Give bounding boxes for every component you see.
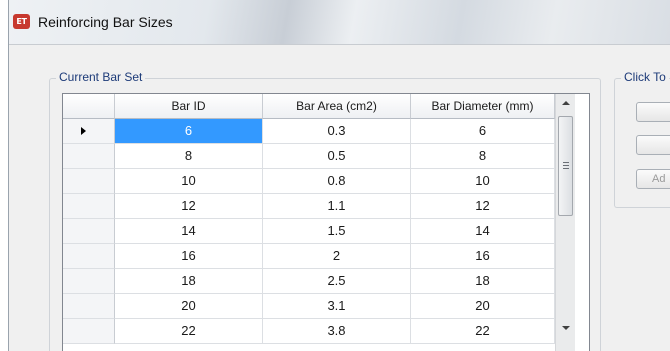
- row-header[interactable]: [63, 194, 115, 219]
- table-row[interactable]: 22 3.8 22: [63, 319, 555, 344]
- row-header[interactable]: [63, 269, 115, 294]
- app-logo-icon: ET: [13, 14, 30, 29]
- row-header[interactable]: [63, 319, 115, 344]
- bar-id-cell[interactable]: 8: [115, 144, 263, 169]
- reinforcing-bar-sizes-window: ET Reinforcing Bar Sizes Current Bar Set…: [8, 0, 670, 351]
- chevron-down-icon: [562, 326, 570, 330]
- bar-id-cell[interactable]: 18: [115, 269, 263, 294]
- bar-id-cell[interactable]: 22: [115, 319, 263, 344]
- side-button-1[interactable]: [636, 102, 670, 122]
- column-header-bar-area[interactable]: Bar Area (cm2): [263, 94, 411, 119]
- window-title: Reinforcing Bar Sizes: [38, 14, 173, 30]
- row-header[interactable]: [63, 169, 115, 194]
- bar-diameter-cell[interactable]: 6: [411, 119, 555, 144]
- table-row[interactable]: 10 0.8 10: [63, 169, 555, 194]
- thumb-grip-line: [563, 162, 569, 163]
- table-row[interactable]: 8 0.5 8: [63, 144, 555, 169]
- thumb-grip-line: [563, 168, 569, 169]
- table-row[interactable]: 14 1.5 14: [63, 219, 555, 244]
- bar-id-cell[interactable]: 6: [115, 119, 263, 144]
- current-row-pointer-icon: [81, 127, 86, 135]
- bar-area-cell[interactable]: 0.5: [263, 144, 411, 169]
- chevron-up-icon: [562, 101, 570, 105]
- table-row[interactable]: 16 2 16: [63, 244, 555, 269]
- bar-area-cell[interactable]: 1.5: [263, 219, 411, 244]
- add-button-label: Ad: [652, 173, 666, 185]
- bar-area-cell[interactable]: 3.8: [263, 319, 411, 344]
- bar-sizes-table[interactable]: Bar ID Bar Area (cm2) Bar Diameter (mm) …: [62, 93, 590, 351]
- bar-id-cell[interactable]: 16: [115, 244, 263, 269]
- current-bar-set-label: Current Bar Set: [56, 70, 146, 84]
- column-header-bar-id[interactable]: Bar ID: [115, 94, 263, 119]
- bar-area-cell[interactable]: 2.5: [263, 269, 411, 294]
- bar-id-cell[interactable]: 14: [115, 219, 263, 244]
- table-header-row: Bar ID Bar Area (cm2) Bar Diameter (mm): [63, 94, 555, 119]
- bar-diameter-cell[interactable]: 12: [411, 194, 555, 219]
- table-row[interactable]: 20 3.1 20: [63, 294, 555, 319]
- scroll-down-button[interactable]: [556, 320, 575, 338]
- dialog-body: Current Bar Set Click To Ad Bar ID Bar A…: [9, 44, 670, 351]
- bar-diameter-cell[interactable]: 22: [411, 319, 555, 344]
- bar-area-cell[interactable]: 1.1: [263, 194, 411, 219]
- bar-area-cell[interactable]: 2: [263, 244, 411, 269]
- bar-area-cell[interactable]: 0.8: [263, 169, 411, 194]
- bar-diameter-cell[interactable]: 20: [411, 294, 555, 319]
- bar-id-cell[interactable]: 10: [115, 169, 263, 194]
- bar-diameter-cell[interactable]: 14: [411, 219, 555, 244]
- bar-diameter-cell[interactable]: 18: [411, 269, 555, 294]
- table-row[interactable]: 6 0.3 6: [63, 119, 555, 144]
- bar-diameter-cell[interactable]: 8: [411, 144, 555, 169]
- table-row[interactable]: 12 1.1 12: [63, 194, 555, 219]
- table-row[interactable]: 18 2.5 18: [63, 269, 555, 294]
- add-button[interactable]: Ad: [636, 169, 670, 189]
- row-header[interactable]: [63, 144, 115, 169]
- bar-diameter-cell[interactable]: 16: [411, 244, 555, 269]
- vertical-scrollbar[interactable]: [555, 94, 575, 351]
- row-header[interactable]: [63, 244, 115, 269]
- title-bar[interactable]: ET Reinforcing Bar Sizes: [9, 0, 670, 44]
- row-header[interactable]: [63, 119, 115, 144]
- side-button-2[interactable]: [636, 135, 670, 155]
- click-to-label: Click To: [621, 70, 669, 84]
- bar-area-cell[interactable]: 3.1: [263, 294, 411, 319]
- row-header-corner: [63, 94, 115, 119]
- row-header[interactable]: [63, 294, 115, 319]
- column-header-bar-diameter[interactable]: Bar Diameter (mm): [411, 94, 555, 119]
- bar-diameter-cell[interactable]: 10: [411, 169, 555, 194]
- bar-id-cell[interactable]: 20: [115, 294, 263, 319]
- bar-area-cell[interactable]: 0.3: [263, 119, 411, 144]
- row-header[interactable]: [63, 219, 115, 244]
- thumb-grip-line: [563, 165, 569, 166]
- scroll-thumb[interactable]: [558, 116, 573, 216]
- scroll-up-button[interactable]: [556, 94, 575, 112]
- bar-id-cell[interactable]: 12: [115, 194, 263, 219]
